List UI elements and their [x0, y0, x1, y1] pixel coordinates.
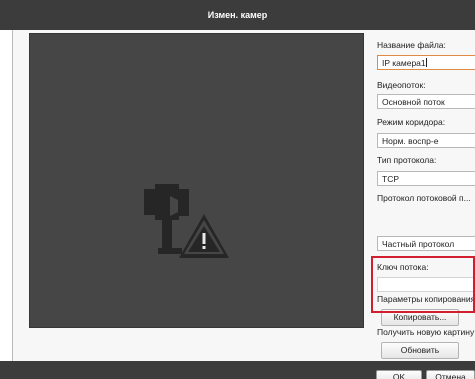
corridor-value: Норм. воспр-е: [382, 136, 439, 146]
highlight-box: [371, 256, 475, 313]
stream-value: Основной поток: [382, 97, 445, 107]
stream-label: Видеопоток:: [377, 80, 426, 90]
protocol-label: Тип протокола:: [377, 155, 437, 165]
video-preview: [29, 33, 364, 328]
stream-protocol-value: Частный протокол: [382, 239, 455, 249]
camera-offline-warning-icon: [144, 184, 229, 258]
filename-input[interactable]: IP камера1: [377, 55, 475, 70]
filename-value: IP камера1: [382, 58, 426, 68]
corridor-select[interactable]: Норм. воспр-е: [377, 133, 475, 148]
filename-label: Название файла:: [377, 40, 446, 50]
cancel-button[interactable]: Отмена: [426, 370, 475, 379]
ok-button[interactable]: OK: [376, 370, 422, 379]
stream-select[interactable]: Основной поток: [377, 94, 475, 109]
protocol-select[interactable]: TCP: [377, 171, 475, 186]
stream-protocol-select[interactable]: Частный протокол: [377, 236, 475, 251]
snapshot-label: Получить новую картину:: [377, 327, 475, 337]
stream-protocol-label: Протокол потоковой п...: [377, 193, 471, 203]
refresh-button[interactable]: Обновить: [381, 342, 459, 359]
protocol-value: TCP: [382, 174, 399, 184]
corridor-label: Режим коридора:: [377, 117, 446, 127]
text-caret: [425, 58, 427, 67]
